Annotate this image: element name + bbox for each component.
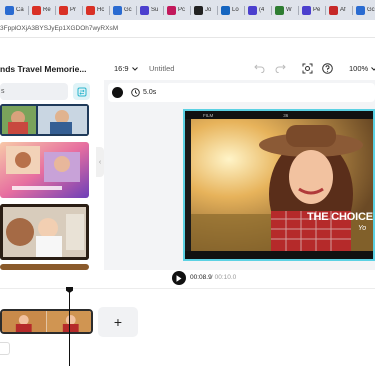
zoom-level: 100% xyxy=(349,64,369,73)
headline-text[interactable]: THE CHOICE IS xyxy=(307,211,375,223)
browser-tab-label: Su xyxy=(151,7,159,13)
track-toggle[interactable] xyxy=(0,342,10,355)
m-icon xyxy=(140,5,149,15)
browser-tab[interactable]: Gc xyxy=(109,2,137,18)
preview-photo xyxy=(191,119,373,253)
browser-tab[interactable]: Ca xyxy=(2,2,29,18)
browser-tab[interactable]: Pr xyxy=(55,2,83,18)
browser-tab-label: Pc xyxy=(178,7,186,13)
url-text[interactable]: 3FpplOXjA3BYSJyEp1XGDOh7wyRXsM xyxy=(0,25,118,32)
browser-tab[interactable]: Lo xyxy=(217,2,245,18)
chevron-down-icon xyxy=(131,66,138,71)
video-preview[interactable]: FILM 36 xyxy=(183,109,375,261)
browser-tab-label: Af xyxy=(340,7,346,13)
browser-tab[interactable]: Jo xyxy=(190,2,218,18)
browser-tab-label: Gc xyxy=(124,7,132,13)
help-icon xyxy=(321,62,333,74)
template-thumbnail-3[interactable] xyxy=(0,204,89,260)
document-name[interactable]: Untitled xyxy=(149,64,174,73)
panel-title: nds Travel Memorie... xyxy=(0,64,87,74)
timeline-clip[interactable] xyxy=(0,309,93,334)
film-strip-bottom xyxy=(185,251,373,259)
gmail-icon xyxy=(86,5,95,15)
browser-tab-label: (4 xyxy=(259,7,265,13)
browser-tab[interactable]: (4 xyxy=(244,2,272,18)
film-number: 36 xyxy=(283,112,289,118)
docs-icon xyxy=(356,5,365,15)
m-icon xyxy=(248,5,257,15)
zoom-select[interactable]: 100% xyxy=(349,64,375,73)
undo-icon xyxy=(253,64,264,73)
redo-icon xyxy=(275,64,286,73)
chevron-left-icon: ‹ xyxy=(98,158,102,166)
address-bar[interactable]: 3FpplOXjA3BYSJyEp1XGDOh7wyRXsM xyxy=(0,20,375,38)
m-icon xyxy=(302,5,311,15)
help-button[interactable] xyxy=(320,61,334,75)
film-strip-top: FILM 36 xyxy=(185,111,373,119)
ratio-label: 16:9 xyxy=(114,64,129,73)
browser-tab-label: Ca xyxy=(16,7,24,13)
gmail-icon xyxy=(59,5,68,15)
v-icon xyxy=(194,5,203,15)
circle-icon xyxy=(329,5,338,15)
browser-tab-label: Re xyxy=(43,7,51,13)
screenshot-button[interactable] xyxy=(300,61,314,75)
browser-tab-label: Pr xyxy=(70,7,76,13)
browser-tab-label: W xyxy=(286,7,292,13)
duration-button[interactable]: 5.0s xyxy=(131,88,156,97)
browser-tab[interactable]: Su xyxy=(136,2,164,18)
redo-button[interactable] xyxy=(273,61,287,75)
background-color-button[interactable] xyxy=(112,87,123,98)
template-thumbnail-2[interactable] xyxy=(0,142,89,198)
clip-frame-1 xyxy=(2,311,47,332)
play-button[interactable] xyxy=(172,271,186,285)
browser-tab[interactable]: Af xyxy=(325,2,353,18)
total-time: / 00:10.0 xyxy=(211,274,237,281)
browser-tab[interactable]: Pc xyxy=(163,2,191,18)
docs-icon xyxy=(113,5,122,15)
p-icon xyxy=(221,5,230,15)
swap-icon xyxy=(77,87,86,96)
clock-icon xyxy=(131,88,140,97)
search-input[interactable]: s xyxy=(0,83,68,100)
collapse-panel-button[interactable]: ‹ xyxy=(96,147,104,177)
clip-settings-bar: 5.0s xyxy=(108,83,375,102)
aspect-ratio-select[interactable]: 16:9 xyxy=(114,64,138,73)
browser-tab[interactable]: Hc xyxy=(82,2,110,18)
browser-tab-strip: Ca Re Pr Hc Gc Su Pc Jo Lo (4 W Pe Af Gc xyxy=(0,0,375,20)
browser-tab-label: Hc xyxy=(97,7,105,13)
template-thumbnail-4[interactable] xyxy=(0,264,89,270)
subheadline-text[interactable]: Yo xyxy=(358,225,366,232)
filter-button[interactable] xyxy=(73,83,90,100)
add-clip-button[interactable]: + xyxy=(98,307,138,337)
browser-tab[interactable]: Pe xyxy=(298,2,326,18)
play-icon xyxy=(176,274,182,282)
browser-tab-label: Jo xyxy=(205,7,212,13)
browser-tab[interactable]: Re xyxy=(28,2,56,18)
web-icon xyxy=(5,5,14,15)
template-thumbnail-1[interactable] xyxy=(0,104,89,136)
browser-tab-label: Pe xyxy=(313,7,321,13)
w-icon xyxy=(275,5,284,15)
undo-button[interactable] xyxy=(252,61,266,75)
p-icon xyxy=(167,5,176,15)
film-label: FILM xyxy=(203,112,214,118)
capture-icon xyxy=(302,63,312,73)
chrome-icon xyxy=(32,5,41,15)
browser-tab-label: Gc xyxy=(367,7,375,13)
browser-tab[interactable]: W xyxy=(271,2,299,18)
chevron-down-icon xyxy=(371,66,375,71)
duration-label: 5.0s xyxy=(143,89,157,96)
current-time: 00:08.9 xyxy=(190,274,212,281)
playhead[interactable] xyxy=(69,288,70,366)
browser-tab[interactable]: Gc xyxy=(352,2,375,18)
browser-tab-label: Lo xyxy=(232,7,239,13)
